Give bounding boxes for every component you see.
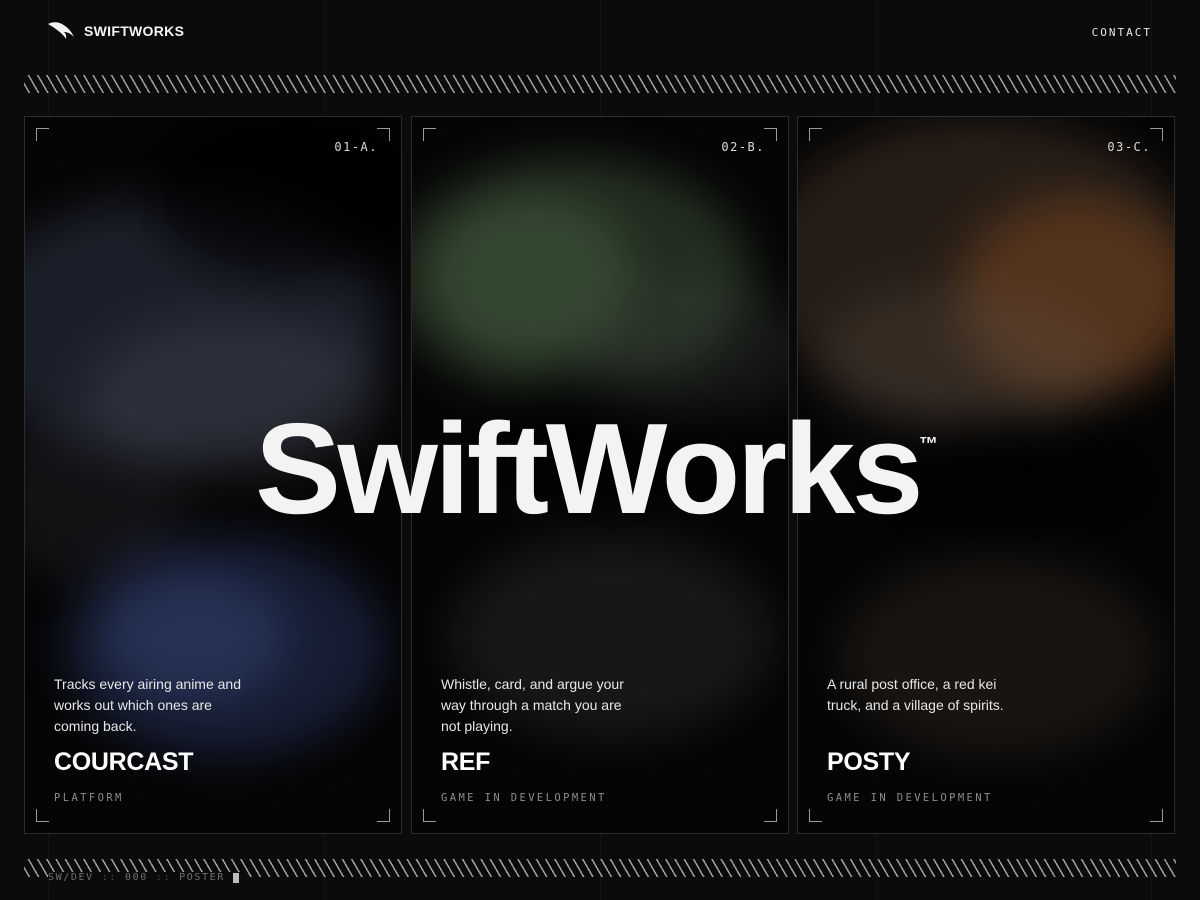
corner-mark bbox=[809, 809, 822, 822]
trademark-symbol: ™ bbox=[919, 434, 938, 455]
card-tag: PLATFORM bbox=[54, 792, 124, 804]
status-segment: 000 bbox=[124, 872, 148, 883]
corner-mark bbox=[377, 809, 390, 822]
hatched-divider-top bbox=[24, 75, 1176, 93]
corner-mark bbox=[1150, 809, 1163, 822]
card-title: REF bbox=[441, 748, 491, 776]
card-title: COURCAST bbox=[54, 748, 194, 776]
brand-name: SWIFTWORKS bbox=[84, 23, 185, 39]
contact-link[interactable]: CONTACT bbox=[1092, 26, 1152, 39]
brand-logo-link[interactable]: SWIFTWORKS bbox=[48, 21, 184, 41]
status-separator: :: bbox=[101, 872, 117, 883]
corner-mark bbox=[1150, 128, 1163, 141]
card-tag: GAME IN DEVELOPMENT bbox=[441, 792, 607, 804]
project-card-ref[interactable]: 02-B. Whistle, card, and argue your way … bbox=[411, 116, 789, 834]
project-card-courcast[interactable]: 01-A. Tracks every airing anime and work… bbox=[24, 116, 402, 834]
corner-mark bbox=[36, 128, 49, 141]
corner-mark bbox=[764, 809, 777, 822]
swift-bird-icon bbox=[48, 22, 74, 39]
poster-page: SWIFTWORKS CONTACT 01-A. Tracks every ai… bbox=[0, 0, 1200, 900]
status-separator: :: bbox=[155, 872, 172, 883]
card-code: 03-C. bbox=[1107, 140, 1151, 154]
fog-background bbox=[798, 117, 1174, 833]
blinking-cursor-icon bbox=[232, 872, 239, 883]
status-segment: SW/DEV bbox=[48, 872, 94, 883]
card-tag: GAME IN DEVELOPMENT bbox=[827, 792, 993, 804]
card-description: Whistle, card, and argue your way throug… bbox=[441, 676, 624, 734]
card-description: A rural post office, a red kei truck, an… bbox=[827, 676, 1004, 713]
corner-mark bbox=[423, 809, 436, 822]
card-code: 02-B. bbox=[721, 140, 765, 154]
card-title: POSTY bbox=[827, 748, 911, 776]
status-line: SW/DEV :: 000 :: POSTER bbox=[48, 872, 243, 883]
card-code: 01-A. bbox=[334, 140, 378, 154]
corner-mark bbox=[423, 128, 436, 141]
corner-mark bbox=[809, 128, 822, 141]
status-segment: POSTER bbox=[179, 872, 225, 883]
card-description: Tracks every airing anime and works out … bbox=[54, 676, 242, 734]
project-card-posty[interactable]: 03-C. A rural post office, a red kei tru… bbox=[797, 116, 1175, 834]
corner-mark bbox=[36, 809, 49, 822]
corner-mark bbox=[377, 128, 390, 141]
corner-mark bbox=[764, 128, 777, 141]
